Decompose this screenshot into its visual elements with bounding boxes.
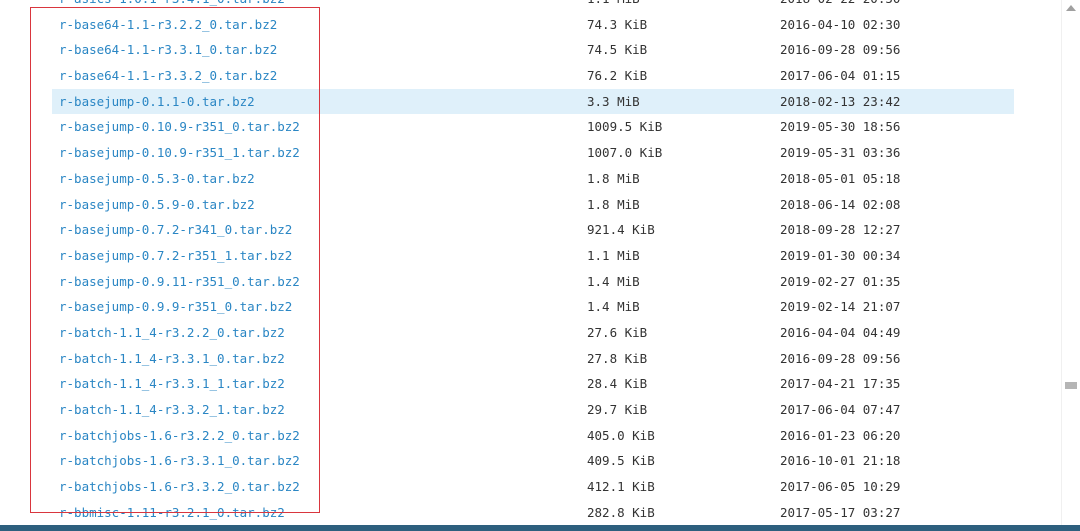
file-date: 2019-05-30 18:56 (780, 119, 901, 135)
file-date: 2016-10-01 21:18 (780, 453, 901, 469)
file-link[interactable]: r-basejump-0.1.1-0.tar.bz2 (59, 89, 255, 115)
file-size: 405.0 KiB (587, 427, 655, 443)
file-size: 412.1 KiB (587, 479, 655, 495)
file-row: r-basejump-0.5.9-0.tar.bz2 1.8 MiB 2018-06… (0, 192, 1062, 218)
file-row: r-batchjobs-1.6-r3.3.2_0.tar.bz2 412.1 Ki… (0, 474, 1062, 500)
file-link[interactable]: r-asics-1.0.1-r3.4.1_0.tar.bz2 (59, 0, 285, 12)
file-link[interactable]: r-base64-1.1-r3.3.2_0.tar.bz2 (59, 63, 277, 89)
file-row: r-batch-1.1_4-r3.3.1_0.tar.bz2 27.8 KiB 20… (0, 346, 1062, 372)
file-link[interactable]: r-batch-1.1_4-r3.2.2_0.tar.bz2 (59, 320, 285, 346)
file-row: r-base64-1.1-r3.3.2_0.tar.bz2 76.2 KiB 201… (0, 63, 1062, 89)
file-date: 2018-02-13 23:42 (780, 93, 901, 109)
file-row: r-asics-1.0.1-r3.4.1_0.tar.bz2 1.1 MiB 201… (0, 0, 1062, 12)
file-row: r-batch-1.1_4-r3.3.1_1.tar.bz2 28.4 KiB 20… (0, 371, 1062, 397)
file-link[interactable]: r-basejump-0.7.2-r341_0.tar.bz2 (59, 217, 292, 243)
file-row: r-batchjobs-1.6-r3.3.1_0.tar.bz2 409.5 Ki… (0, 448, 1062, 474)
file-link[interactable]: r-batchjobs-1.6-r3.3.2_0.tar.bz2 (59, 474, 300, 500)
file-date: 2016-09-28 09:56 (780, 42, 901, 58)
file-size: 282.8 KiB (587, 504, 655, 520)
file-date: 2017-05-17 03:27 (780, 504, 901, 520)
file-row: r-base64-1.1-r3.3.1_0.tar.bz2 74.5 KiB 201… (0, 37, 1062, 63)
file-date: 2016-04-10 02:30 (780, 16, 901, 32)
file-size: 29.7 KiB (587, 402, 648, 417)
file-link[interactable]: r-basejump-0.9.9-r351_0.tar.bz2 (59, 294, 292, 320)
file-date: 2018-06-14 02:08 (780, 196, 901, 212)
file-size: 1.8 MiB (587, 170, 640, 186)
file-date: 2019-01-30 00:34 (780, 247, 901, 263)
file-date: 2018-09-28 12:27 (780, 222, 901, 238)
file-size: 28.4 KiB (587, 376, 648, 392)
file-date: 2019-02-27 01:35 (780, 273, 901, 289)
file-link[interactable]: r-basejump-0.10.9-r351_1.tar.bz2 (59, 140, 300, 166)
file-size: 1007.0 KiB (587, 145, 663, 161)
file-size: 921.4 KiB (587, 222, 655, 238)
file-row: r-basejump-0.10.9-r351_1.tar.bz2 1007.0 K… (0, 140, 1062, 166)
file-link[interactable]: r-basejump-0.9.11-r351_0.tar.bz2 (59, 269, 300, 295)
file-size: 1.4 MiB (587, 299, 640, 315)
file-row: r-basejump-0.7.2-r351_1.tar.bz2 1.1 MiB 20… (0, 243, 1062, 269)
file-link[interactable]: r-basejump-0.5.9-0.tar.bz2 (59, 192, 255, 218)
file-row: r-basejump-0.10.9-r351_0.tar.bz2 1009.5 K… (0, 114, 1062, 140)
file-link[interactable]: r-basejump-0.7.2-r351_1.tar.bz2 (59, 243, 292, 269)
file-date: 2016-01-23 06:20 (780, 427, 901, 443)
file-row: r-batchjobs-1.6-r3.2.2_0.tar.bz2 405.0 Ki… (0, 423, 1062, 449)
file-size: 1.1 MiB (587, 0, 640, 12)
file-date: 2019-05-31 03:36 (780, 145, 901, 161)
file-date: 2017-06-04 07:47 (780, 402, 901, 417)
file-date: 2019-02-14 21:07 (780, 299, 901, 315)
file-link[interactable]: r-batch-1.1_4-r3.3.1_1.tar.bz2 (59, 371, 285, 397)
file-size: 409.5 KiB (587, 453, 655, 469)
file-date: 2018-05-01 05:18 (780, 170, 901, 186)
file-link[interactable]: r-base64-1.1-r3.3.1_0.tar.bz2 (59, 37, 277, 63)
window-bottom-bar (0, 525, 1080, 531)
file-row: r-basejump-0.1.1-0.tar.bz2 3.3 MiB 2018-02… (0, 88, 1062, 115)
file-date: 2016-04-04 04:49 (780, 324, 901, 340)
file-size: 27.8 KiB (587, 350, 648, 366)
file-listing: r-asics-1.0.1-r3.4.1_0.tar.bz2 1.1 MiB 201… (0, 0, 1062, 531)
file-size: 74.3 KiB (587, 16, 648, 32)
file-row: r-basejump-0.5.3-0.tar.bz2 1.8 MiB 2018-05… (0, 166, 1062, 192)
file-date: 2018-02-22 20:50 (780, 0, 900, 12)
scroll-up-arrow-icon[interactable] (1066, 5, 1076, 11)
file-date: 2017-06-04 01:15 (780, 68, 901, 84)
file-link[interactable]: r-basejump-0.5.3-0.tar.bz2 (59, 166, 255, 192)
file-link[interactable]: r-batchjobs-1.6-r3.2.2_0.tar.bz2 (59, 423, 300, 449)
file-date: 2016-09-28 09:56 (780, 350, 901, 366)
vertical-scrollbar[interactable] (1061, 0, 1080, 525)
scrollbar-thumb[interactable] (1065, 382, 1077, 389)
file-row: r-basejump-0.9.11-r351_0.tar.bz2 1.4 MiB 2… (0, 269, 1062, 295)
file-row: r-batch-1.1_4-r3.2.2_0.tar.bz2 27.6 KiB 20… (0, 320, 1062, 346)
file-row: r-base64-1.1-r3.2.2_0.tar.bz2 74.3 KiB 201… (0, 12, 1062, 38)
file-link[interactable]: r-bbmisc-1.11-r3.2.1_0.tar.bz2 (59, 500, 285, 526)
file-link[interactable]: r-batchjobs-1.6-r3.3.1_0.tar.bz2 (59, 448, 300, 474)
file-row: r-batch-1.1_4-r3.3.2_1.tar.bz2 29.7 KiB 20… (0, 397, 1062, 423)
file-date: 2017-04-21 17:35 (780, 376, 901, 392)
file-link[interactable]: r-batch-1.1_4-r3.3.1_0.tar.bz2 (59, 346, 285, 372)
file-row: r-basejump-0.9.9-r351_0.tar.bz2 1.4 MiB 20… (0, 294, 1062, 320)
file-size: 3.3 MiB (587, 93, 640, 109)
file-size: 1009.5 KiB (587, 119, 663, 135)
file-size: 1.1 MiB (587, 247, 640, 263)
file-size: 74.5 KiB (587, 42, 648, 58)
file-size: 27.6 KiB (587, 324, 648, 340)
file-size: 1.8 MiB (587, 196, 640, 212)
file-link[interactable]: r-batch-1.1_4-r3.3.2_1.tar.bz2 (59, 397, 285, 423)
file-size: 1.4 MiB (587, 273, 640, 289)
file-date: 2017-06-05 10:29 (780, 479, 901, 495)
file-row: r-basejump-0.7.2-r341_0.tar.bz2 921.4 KiB… (0, 217, 1062, 243)
file-rows: r-asics-1.0.1-r3.4.1_0.tar.bz2 1.1 MiB 201… (0, 0, 1062, 525)
file-link[interactable]: r-base64-1.1-r3.2.2_0.tar.bz2 (59, 12, 277, 38)
file-row: r-bbmisc-1.11-r3.2.1_0.tar.bz2 282.8 KiB 2… (0, 500, 1062, 526)
file-size: 76.2 KiB (587, 68, 648, 84)
file-link[interactable]: r-basejump-0.10.9-r351_0.tar.bz2 (59, 114, 300, 140)
